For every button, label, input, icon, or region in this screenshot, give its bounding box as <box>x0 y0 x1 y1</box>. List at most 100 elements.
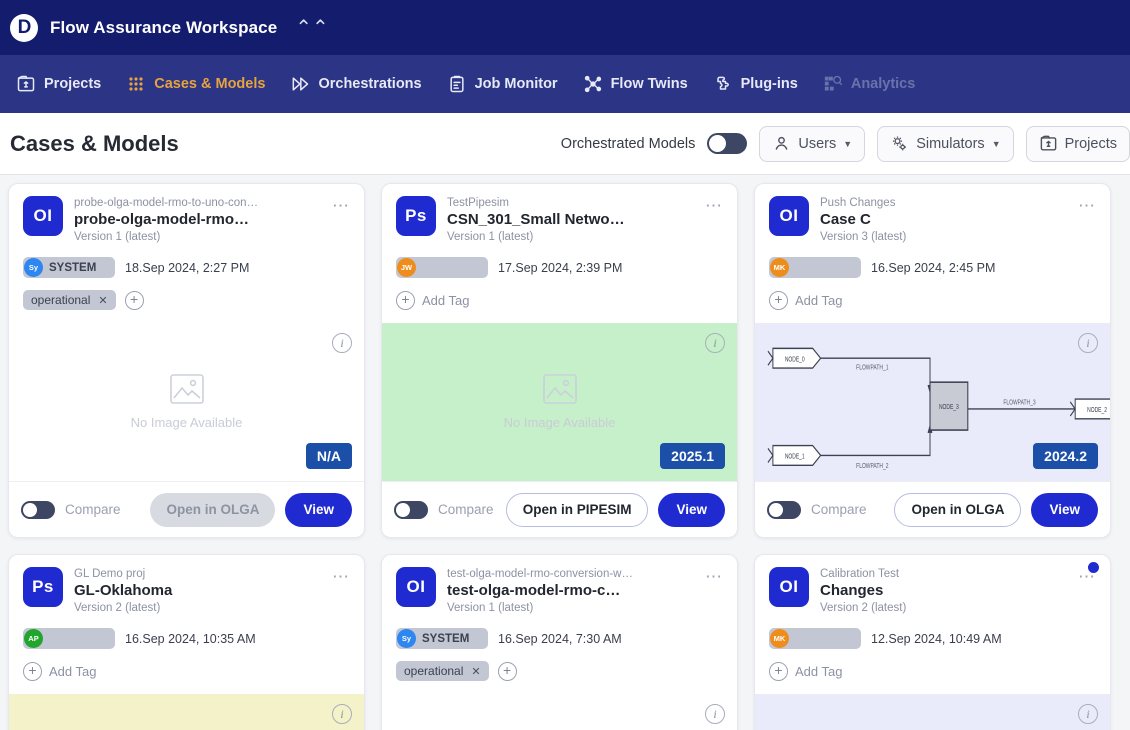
add-tag-button[interactable]: + Add Tag <box>769 661 843 681</box>
nav-item-job-monitor[interactable]: Job Monitor <box>437 68 568 100</box>
no-image-label: No Image Available <box>130 415 243 431</box>
no-image-placeholder: No Image Available <box>130 374 243 431</box>
case-card[interactable]: Ps GL Demo proj GL-Oklahoma Version 2 (l… <box>8 554 365 730</box>
nav-item-plug-ins[interactable]: Plug-ins <box>703 68 808 100</box>
info-icon[interactable]: i <box>1078 704 1098 725</box>
nav-item-label: Plug-ins <box>740 76 798 92</box>
plus-icon: + <box>769 290 788 310</box>
cases-grid: OI probe-olga-model-rmo-to-uno-con… prob… <box>0 175 1130 730</box>
image-placeholder-icon <box>542 374 577 408</box>
remove-tag-icon[interactable]: ✕ <box>98 294 107 307</box>
plus-icon: + <box>769 661 788 681</box>
workspace-title: Flow Assurance Workspace <box>50 17 278 37</box>
add-tag-label: Add Tag <box>795 292 843 308</box>
view-button[interactable]: View <box>285 492 352 527</box>
owner-chip: MK <box>769 628 861 650</box>
svg-text:FLOWPATH_3: FLOWPATH_3 <box>1003 399 1036 407</box>
app-type-label: OI <box>779 577 799 596</box>
card-thumbnail: No Image Available i 2025.1 <box>382 323 737 481</box>
app-type-badge: OI <box>396 567 436 607</box>
nav-item-flow-twins[interactable]: Flow Twins <box>573 68 698 100</box>
info-icon[interactable]: i <box>705 333 725 354</box>
compare-toggle[interactable] <box>394 500 428 519</box>
nav-item-orchestrations[interactable]: Orchestrations <box>280 68 431 100</box>
card-title: probe-olga-model-rmo… <box>74 210 249 228</box>
info-icon[interactable]: i <box>332 333 352 354</box>
card-thumbnail: NODE_3 NODE_0 NODE_1 NODE_2 FLOWPATH_1 F… <box>755 323 1110 481</box>
open-button-label: Open in OLGA <box>166 502 260 517</box>
card-subtitle: Calibration Test <box>820 568 900 580</box>
card-timestamp: 17.Sep 2024, 2:39 PM <box>498 260 623 275</box>
compare-toggle[interactable] <box>767 500 801 519</box>
filter-users-button[interactable]: Users ▼ <box>759 125 866 162</box>
compare-toggle[interactable] <box>21 500 55 519</box>
card-menu-button[interactable]: ⋯ <box>332 567 350 616</box>
card-tag-row: + Add Tag <box>9 649 364 683</box>
app-type-badge: OI <box>769 196 809 236</box>
card-menu-button[interactable]: ⋯ <box>1078 196 1096 245</box>
view-button[interactable]: View <box>1031 492 1098 527</box>
nav-item-cases-models[interactable]: Cases & Models <box>116 68 275 100</box>
avatar: JW <box>397 258 416 278</box>
tag-chip[interactable]: operational ✕ <box>396 661 489 682</box>
card-menu-button[interactable]: ⋯ <box>705 196 723 245</box>
case-card[interactable]: Ps TestPipesim CSN_301_Small Netwo… Vers… <box>381 183 738 538</box>
card-header: Ps GL Demo proj GL-Oklahoma Version 2 (l… <box>9 555 364 616</box>
add-tag-button[interactable]: + Add Tag <box>23 661 96 681</box>
nav-item-projects[interactable]: Projects <box>6 68 111 100</box>
info-icon[interactable]: i <box>705 704 725 725</box>
card-header-text: Push Changes Case C Version 3 (latest) <box>820 196 1067 245</box>
add-tag-button[interactable]: + Add Tag <box>396 290 469 310</box>
card-version: Version 2 (latest) <box>820 601 907 614</box>
orchestrated-models-toggle[interactable] <box>707 133 748 154</box>
view-button-label: View <box>1049 502 1080 517</box>
add-tag-button[interactable]: + <box>124 290 144 310</box>
card-version: Version 1 (latest) <box>447 601 534 614</box>
case-card[interactable]: OI probe-olga-model-rmo-to-uno-con… prob… <box>8 183 365 538</box>
card-tag-row: + Add Tag <box>755 278 1110 312</box>
chevron-up-double-icon[interactable]: ⌃⌃ <box>295 18 329 38</box>
app-type-label: OI <box>406 577 426 596</box>
info-icon[interactable]: i <box>332 704 352 725</box>
filter-projects-button[interactable]: Projects <box>1025 125 1130 162</box>
main-navbar: Projects Cases & Models Orchestrations Job… <box>0 55 1130 113</box>
add-tag-label: Add Tag <box>795 663 843 679</box>
avatar: AP <box>24 629 43 649</box>
open-button-label: Open in PIPESIM <box>522 502 632 517</box>
nav-item-label: Projects <box>44 76 102 92</box>
avatar-initials: JW <box>400 263 413 273</box>
open-in-simulator-button[interactable]: Open in OLGA <box>894 492 1022 527</box>
app-type-label: Ps <box>32 577 54 596</box>
add-tag-button[interactable]: + Add Tag <box>769 290 843 310</box>
clipboard-icon <box>447 74 467 94</box>
app-type-badge: OI <box>23 196 63 236</box>
card-title: GL-Oklahoma <box>74 581 173 599</box>
case-card[interactable]: OI Calibration Test Changes Version 2 (l… <box>754 554 1111 730</box>
app-type-badge: Ps <box>396 196 436 236</box>
card-menu-button[interactable]: ⋯ <box>705 567 723 616</box>
card-menu-button[interactable]: ⋯ <box>1078 562 1099 616</box>
case-card[interactable]: OI Push Changes Case C Version 3 (latest… <box>754 183 1111 538</box>
tag-chip[interactable]: operational ✕ <box>23 290 116 311</box>
case-card[interactable]: OI test-olga-model-rmo-conversion-w… tes… <box>381 554 738 730</box>
card-meta-row: Sy SYSTEM 18.Sep 2024, 2:27 PM <box>9 245 364 279</box>
nav-item-label: Flow Twins <box>610 76 688 92</box>
compare-label: Compare <box>438 502 494 517</box>
add-tag-button[interactable]: + <box>497 661 517 681</box>
card-tag-row: operational ✕ + <box>382 649 737 683</box>
avatar-initials: MK <box>773 634 786 644</box>
app-titlebar: D Flow Assurance Workspace ⌃⌃ <box>0 0 1130 55</box>
open-in-simulator-button[interactable]: Open in PIPESIM <box>505 492 649 527</box>
card-header-text: GL Demo proj GL-Oklahoma Version 2 (late… <box>74 567 321 616</box>
filter-label: Simulators <box>916 135 985 152</box>
view-button-label: View <box>303 502 334 517</box>
nav-item-label: Cases & Models <box>154 76 266 92</box>
plus-icon: + <box>396 290 415 310</box>
filter-simulators-button[interactable]: Simulators ▼ <box>877 125 1014 162</box>
remove-tag-icon[interactable]: ✕ <box>471 665 480 678</box>
card-menu-button[interactable]: ⋯ <box>332 196 350 245</box>
filter-label: Users <box>798 135 837 152</box>
card-subtitle: Push Changes <box>820 197 896 209</box>
nav-item-label: Analytics <box>850 76 916 92</box>
view-button[interactable]: View <box>658 492 725 527</box>
